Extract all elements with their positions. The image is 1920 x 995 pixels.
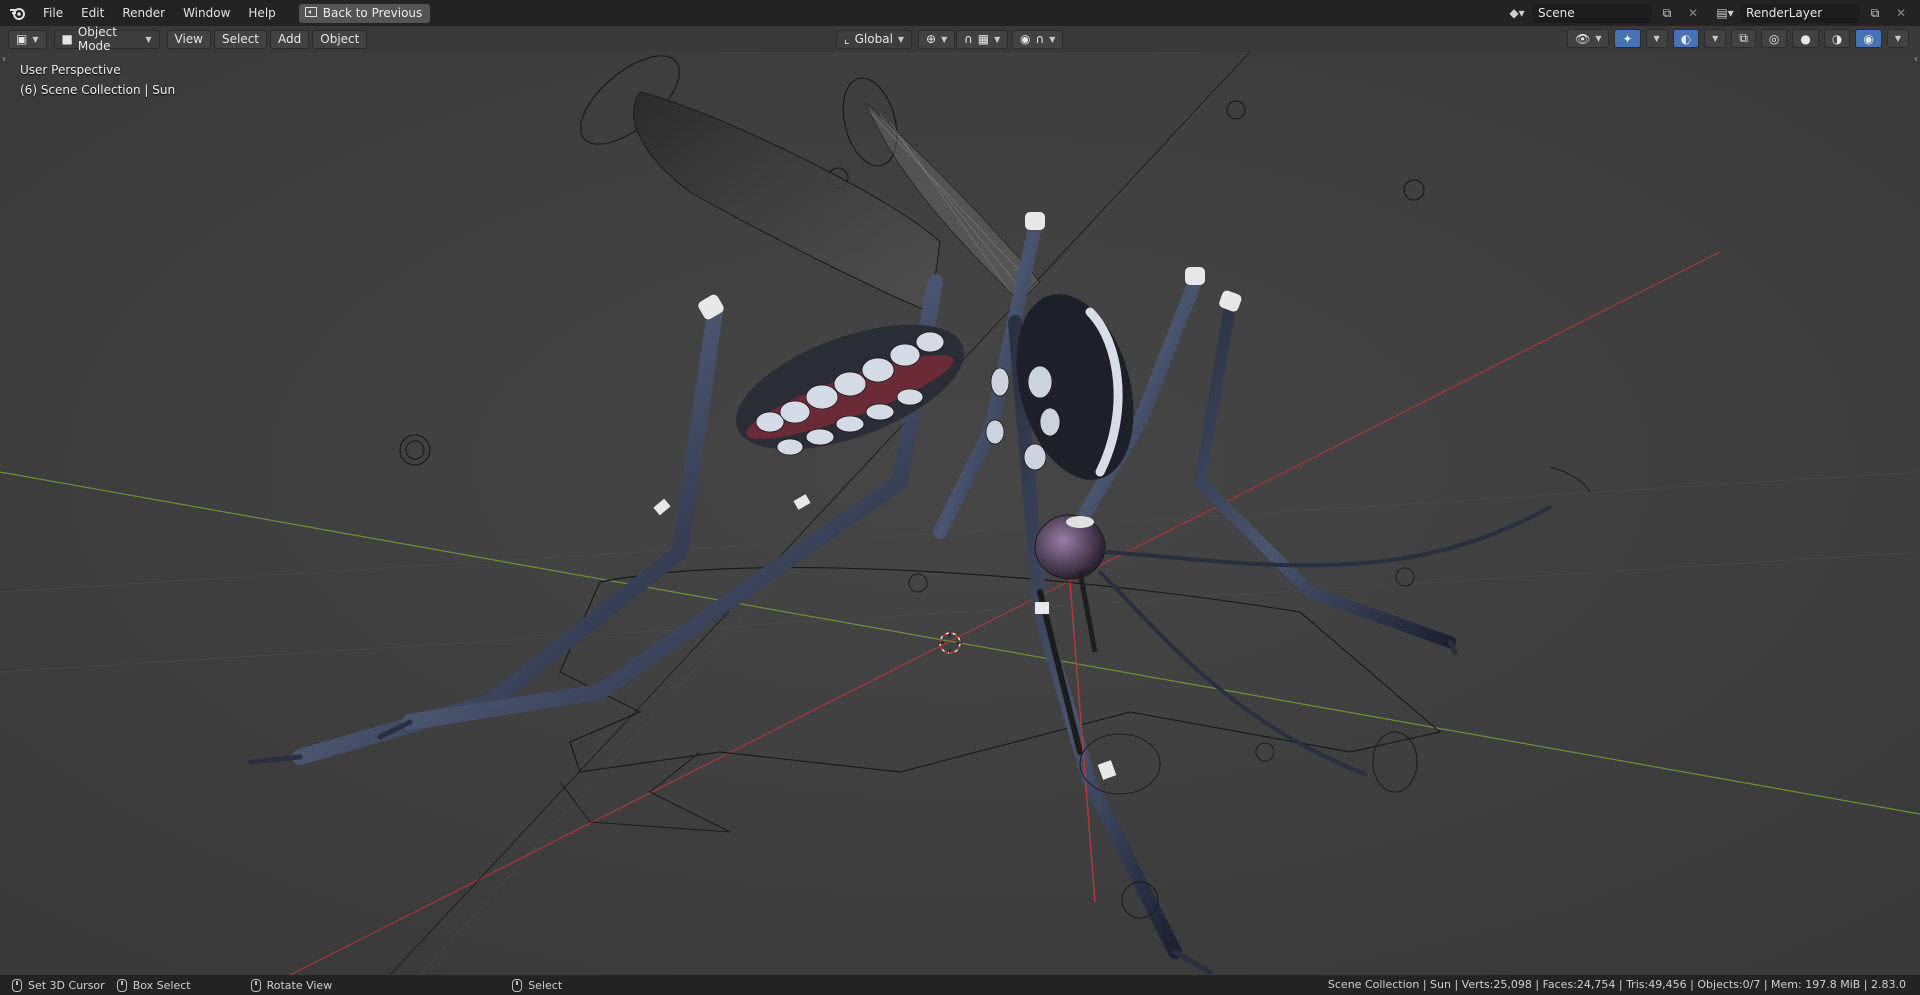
mouse-left-icon [12, 978, 22, 992]
new-scene-icon[interactable]: ⧉ [1656, 4, 1678, 23]
hint-set-3d-cursor: Set 3D Cursor [12, 978, 105, 992]
top-menu-bar: File Edit Render Window Help Back to Pre… [0, 0, 1920, 26]
material-sphere-icon: ◑ [1831, 31, 1843, 46]
delete-scene-icon[interactable]: ✕ [1682, 4, 1704, 23]
chevron-down-icon: ▼ [1894, 34, 1901, 43]
menu-object[interactable]: Object [312, 29, 368, 49]
chevron-down-icon: ▼ [145, 34, 152, 44]
solid-shading-button[interactable]: ● [1792, 29, 1819, 48]
add-label: Add [278, 32, 302, 46]
falloff-icon: ∩ [1035, 32, 1045, 46]
hint-select: Select [512, 978, 563, 992]
visibility-button[interactable]: 👁 ▼ [1567, 29, 1610, 48]
magnet-icon: ∩ [964, 32, 973, 46]
chevron-down-icon: ▼ [1712, 34, 1719, 43]
viewport-background [0, 52, 1920, 975]
menu-edit[interactable]: Edit [72, 0, 113, 26]
viewport-scene [0, 52, 1920, 975]
pivot-point-button[interactable]: ⊕ ▼ [918, 29, 956, 49]
blender-window: File Edit Render Window Help Back to Pre… [0, 0, 1920, 995]
layer-browse-icon[interactable]: ▤▾ [1714, 4, 1736, 23]
render-layer-name: RenderLayer [1746, 6, 1823, 20]
chevron-down-icon: ▼ [897, 34, 905, 44]
hint-label: Box Select [132, 978, 191, 992]
menu-render[interactable]: Render [113, 0, 174, 26]
xray-toggle[interactable]: ⧉ [1731, 29, 1756, 48]
mode-dropdown[interactable]: ■ Object Mode ▼ [53, 25, 160, 53]
scene-name-field[interactable]: Scene [1532, 3, 1652, 23]
status-bar: Set 3D Cursor Box Select Rotate View Sel… [0, 975, 1920, 995]
perspective-label: User Perspective [20, 63, 121, 77]
scene-browse-icon[interactable]: ◆▾ [1506, 4, 1528, 23]
snap-grid-icon: ▦ [977, 32, 990, 46]
back-to-previous-button[interactable]: Back to Previous [298, 3, 431, 23]
shading-dropdown[interactable]: ▼ [1886, 29, 1909, 48]
menu-add[interactable]: Add [270, 29, 310, 49]
viewport-header: ▣ ▼ ■ Object Mode ▼ View Select Add Objec… [0, 25, 1920, 53]
gizmo-icon: ✦ [1622, 31, 1633, 46]
wireframe-shading-button[interactable]: ◎ [1760, 29, 1788, 48]
overlays-toggle[interactable]: ◐ [1672, 29, 1700, 48]
screen-back-icon [304, 6, 317, 20]
3d-viewport[interactable]: User Perspective (6) Scene Collection | … [0, 52, 1920, 975]
scene-statistics: Scene Collection | Sun | Verts:25,098 | … [1327, 978, 1906, 991]
chevron-down-icon: ▼ [32, 34, 39, 44]
blender-logo-icon[interactable] [0, 0, 34, 26]
editor-type-button[interactable]: ▣ ▼ [8, 29, 47, 49]
wireframe-sphere-icon: ◎ [1768, 31, 1780, 46]
rendered-shading-button[interactable]: ◉ [1855, 29, 1882, 48]
chevron-down-icon: ▼ [1595, 34, 1602, 43]
scene-layer-selectors: ◆▾ Scene ⧉ ✕ ▤▾ RenderLayer ⧉ ✕ [1506, 0, 1920, 26]
gizmo-toggle[interactable]: ✦ [1614, 29, 1641, 48]
render-layer-field[interactable]: RenderLayer [1740, 3, 1860, 23]
solid-sphere-icon: ● [1800, 31, 1811, 46]
menu-view[interactable]: View [166, 29, 211, 49]
select-label: Select [221, 32, 260, 46]
xray-icon: ⧉ [1739, 31, 1748, 45]
chevron-down-icon: ▼ [941, 34, 948, 44]
pivot-icon: ⊕ [926, 32, 937, 46]
material-shading-button[interactable]: ◑ [1823, 29, 1851, 48]
hint-label: Rotate View [266, 978, 333, 992]
viewport-info-overlay: User Perspective (6) Scene Collection | … [20, 60, 175, 100]
chevron-down-icon: ▼ [1653, 34, 1660, 43]
hint-rotate-view: Rotate View [250, 978, 333, 992]
eye-icon: 👁 [1575, 31, 1591, 46]
rendered-sphere-icon: ◉ [1863, 31, 1874, 46]
hint-label: Select [528, 978, 563, 992]
object-label: Object [320, 32, 360, 46]
proportional-edit-button[interactable]: ◉ ∩ ▼ [1012, 29, 1064, 49]
back-to-previous-label: Back to Previous [322, 6, 423, 20]
menu-file[interactable]: File [34, 0, 72, 26]
chevron-down-icon: ▼ [1049, 34, 1056, 44]
new-layer-icon[interactable]: ⧉ [1864, 4, 1886, 23]
hint-box-select: Box Select [116, 978, 191, 992]
mouse-right-icon [512, 978, 523, 992]
active-collection-label: (6) Scene Collection | Sun [20, 83, 176, 97]
hint-label: Set 3D Cursor [28, 978, 105, 992]
orientation-label: Global [854, 32, 893, 46]
orientation-axes-icon: ⌞ [844, 32, 850, 46]
menu-select[interactable]: Select [213, 29, 268, 49]
viewport-display-controls: 👁 ▼ ✦ ▼ ◐ ▼ ⧉ ◎ ● ◑ ◉ ▼ [1567, 29, 1912, 48]
3d-viewport-icon: ▣ [16, 32, 28, 46]
menu-window[interactable]: Window [174, 0, 239, 26]
object-mode-icon: ■ [61, 32, 73, 46]
toolbar-expand-icon[interactable]: › [2, 54, 6, 65]
delete-layer-icon[interactable]: ✕ [1890, 4, 1912, 23]
proportional-icon: ◉ [1020, 32, 1031, 46]
overlays-icon: ◐ [1680, 31, 1692, 46]
mouse-drag-icon [116, 978, 127, 992]
gizmo-dropdown[interactable]: ▼ [1645, 29, 1668, 48]
snap-button[interactable]: ∩ ▦ ▼ [956, 29, 1009, 49]
chevron-down-icon: ▼ [994, 34, 1001, 44]
overlays-dropdown[interactable]: ▼ [1704, 29, 1727, 48]
mode-label: Object Mode [77, 25, 117, 53]
scene-name: Scene [1538, 6, 1575, 20]
view-label: View [174, 32, 203, 46]
mouse-middle-icon [250, 978, 261, 992]
sidebar-expand-icon[interactable]: ‹ [1914, 54, 1918, 65]
transform-orientation-dropdown[interactable]: ⌞ Global ▼ [836, 29, 912, 49]
menu-help[interactable]: Help [239, 0, 284, 26]
